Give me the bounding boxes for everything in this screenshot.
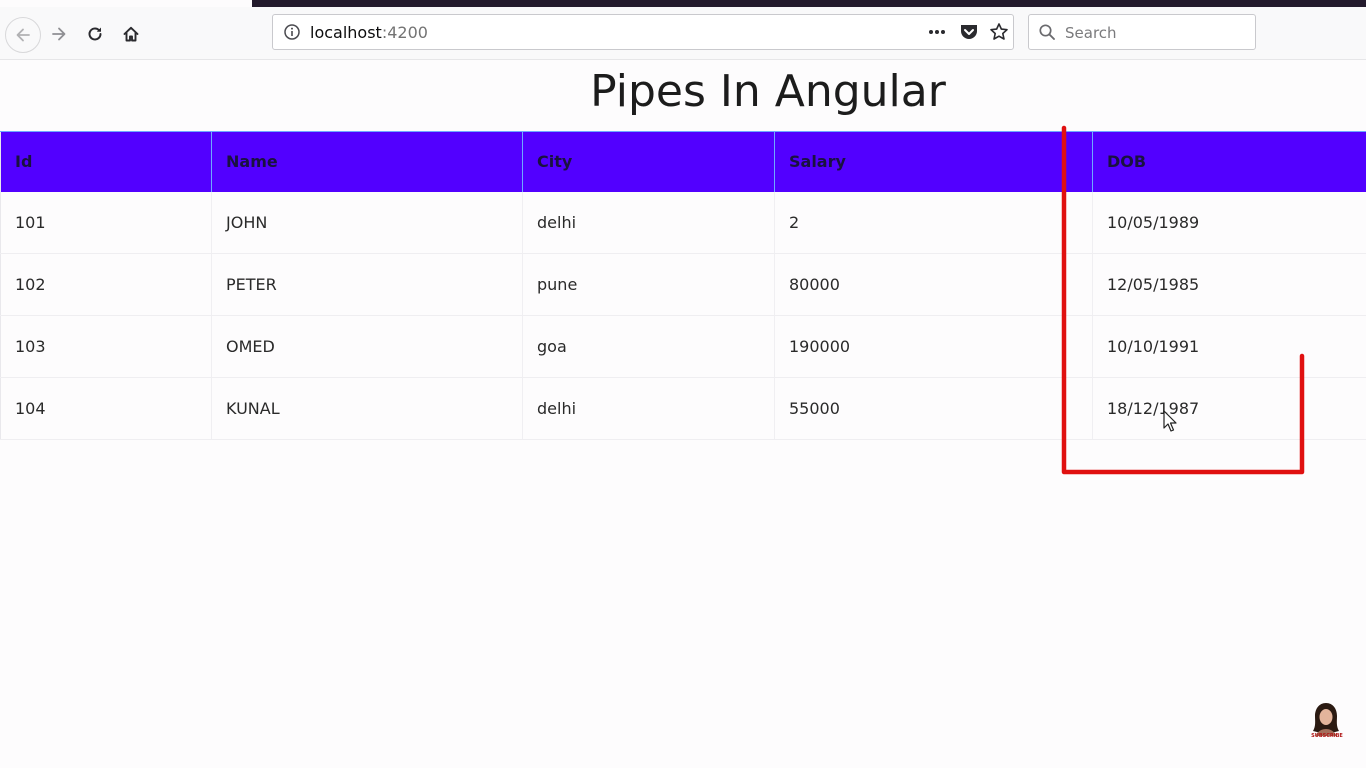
cell-id: 102 [0,253,212,316]
cell-salary: 190000 [774,315,1093,378]
url-host: localhost [310,23,382,42]
page-title: Pipes In Angular [590,66,946,117]
pocket-icon[interactable] [959,23,979,45]
reload-button[interactable] [78,17,112,51]
cell-city: goa [522,315,775,378]
home-button[interactable] [114,17,148,51]
cell-name: OMED [211,315,523,378]
forward-button[interactable] [42,17,76,51]
table-header-row: Id Name City Salary DOB [0,131,1366,192]
cell-salary: 55000 [774,377,1093,440]
cell-id: 104 [0,377,212,440]
search-bar[interactable] [1028,14,1256,50]
info-icon[interactable] [283,23,301,45]
cell-name: PETER [211,253,523,316]
reload-icon [88,27,102,41]
home-icon [123,26,139,42]
window-top-strip [252,0,1366,7]
cell-salary: 2 [774,191,1093,254]
table-row: 101 JOHN delhi 2 10/05/1989 [0,191,1366,254]
cell-name: JOHN [211,191,523,254]
column-header-name: Name [211,131,523,192]
cell-city: delhi [522,377,775,440]
mouse-cursor-icon [1163,410,1177,432]
column-header-salary: Salary [774,131,1093,192]
table-row: 103 OMED goa 190000 10/10/1991 [0,315,1366,378]
cell-id: 103 [0,315,212,378]
page-actions-icon[interactable] [927,24,947,44]
cell-salary: 80000 [774,253,1093,316]
column-header-city: City [522,131,775,192]
cell-city: pune [522,253,775,316]
bookmark-star-icon[interactable] [989,22,1009,46]
back-button[interactable] [5,17,41,53]
cell-dob: 18/12/1987 [1092,377,1366,440]
cell-dob: 12/05/1985 [1092,253,1366,316]
arrow-left-icon [16,28,30,42]
cell-dob: 10/05/1989 [1092,191,1366,254]
table-row: 102 PETER pune 80000 12/05/1985 [0,253,1366,316]
column-header-id: Id [0,131,212,192]
cell-id: 101 [0,191,212,254]
employee-table: Id Name City Salary DOB 101 JOHN delhi 2… [0,131,1366,440]
url-port: :4200 [381,23,428,42]
search-icon [1038,23,1056,45]
browser-toolbar: localhost:4200 [0,7,1366,60]
address-bar[interactable]: localhost:4200 [272,14,1014,50]
cell-name: KUNAL [211,377,523,440]
subscribe-label[interactable]: SUBSCRIBE [1304,733,1350,739]
cell-dob: 10/10/1991 [1092,315,1366,378]
url-text[interactable]: localhost:4200 [310,23,428,42]
search-input[interactable] [1063,21,1247,45]
column-header-dob: DOB [1092,131,1366,192]
arrow-right-icon [52,27,66,41]
cell-city: delhi [522,191,775,254]
